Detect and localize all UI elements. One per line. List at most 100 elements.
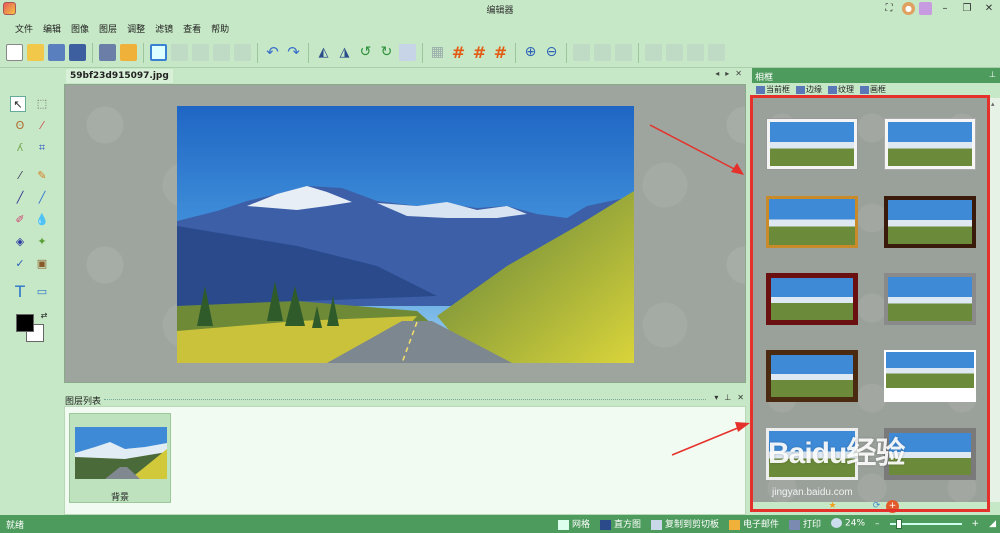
- lasso-icon[interactable]: ʘ: [12, 118, 28, 134]
- zoom-slider-handle[interactable]: [895, 518, 902, 529]
- menu-layer[interactable]: 图层: [94, 22, 122, 35]
- refresh-icon[interactable]: ⟳: [870, 500, 883, 513]
- flip-vertical-icon[interactable]: ◮: [336, 44, 353, 61]
- tab-prev-icon[interactable]: ◂: [715, 69, 719, 78]
- mountain-road-photo[interactable]: [177, 106, 634, 363]
- frame-tab-edge[interactable]: 边缘: [796, 84, 822, 98]
- align-top-icon[interactable]: [645, 44, 662, 61]
- frame-tab-texture[interactable]: 纹理: [828, 84, 854, 98]
- frame-style-fold[interactable]: [884, 118, 976, 170]
- menu-edit[interactable]: 编辑: [38, 22, 66, 35]
- hash-icon[interactable]: #: [450, 44, 467, 61]
- tab-close-icon[interactable]: ✕: [735, 69, 742, 78]
- grid-toggle[interactable]: 网格: [557, 517, 590, 530]
- frame-style-walnut[interactable]: [766, 350, 858, 402]
- paste-icon[interactable]: [213, 44, 230, 61]
- close-button[interactable]: ✕: [980, 1, 998, 16]
- cut-icon[interactable]: [171, 44, 188, 61]
- add-frame-icon[interactable]: +: [886, 500, 899, 513]
- text-mask-icon[interactable]: ▣: [34, 256, 50, 272]
- fit-icon[interactable]: [594, 44, 611, 61]
- rotate-right-icon[interactable]: ↻: [378, 44, 395, 61]
- frame-tab-picture[interactable]: 画框: [860, 84, 886, 98]
- maximize-button[interactable]: ❐: [958, 1, 976, 16]
- text-tool-icon[interactable]: T: [12, 284, 28, 300]
- actual-size-icon[interactable]: [615, 44, 632, 61]
- fullscreen-icon[interactable]: ⛶: [880, 1, 898, 16]
- canvas-area[interactable]: [64, 84, 746, 383]
- color-replace-icon[interactable]: ✦: [34, 234, 50, 250]
- frame-style-book[interactable]: [766, 118, 858, 170]
- zoom-out-button[interactable]: –: [875, 519, 880, 529]
- panel-close-icon[interactable]: ✕: [737, 393, 744, 402]
- frame-style-dark-wood[interactable]: [884, 196, 976, 248]
- distribute-icon[interactable]: [708, 44, 725, 61]
- user-icon[interactable]: ●: [902, 2, 915, 15]
- menu-image[interactable]: 图像: [66, 22, 94, 35]
- eraser-icon[interactable]: ✐: [12, 212, 28, 228]
- new-icon[interactable]: [6, 44, 23, 61]
- frame-icon[interactable]: [150, 44, 167, 61]
- zoom-readout[interactable]: 24%: [831, 518, 865, 529]
- scroll-up-icon[interactable]: ▴: [991, 100, 995, 108]
- frame-scrollbar[interactable]: ▴: [988, 98, 1000, 502]
- eyedropper-icon[interactable]: ⁄: [12, 168, 28, 184]
- resize-grip[interactable]: ◢: [989, 519, 996, 529]
- slice-grid-icon[interactable]: #: [492, 44, 509, 61]
- pointer-tool-icon[interactable]: ↖: [10, 96, 26, 112]
- flip-horizontal-icon[interactable]: ◭: [315, 44, 332, 61]
- pencil-icon[interactable]: ✎: [34, 168, 50, 184]
- redo-icon[interactable]: ↷: [285, 44, 302, 61]
- panel-menu-icon[interactable]: ▾: [714, 393, 718, 402]
- zoom-in-button[interactable]: +: [972, 519, 980, 529]
- layer-item[interactable]: 背景: [69, 413, 171, 503]
- menu-view[interactable]: 查看: [178, 22, 206, 35]
- menu-adjust[interactable]: 调整: [122, 22, 150, 35]
- frame-style-stone[interactable]: [884, 273, 976, 325]
- copy-clipboard-button[interactable]: 复制到剪切板: [650, 517, 719, 530]
- zoom-slider[interactable]: [889, 518, 962, 529]
- crop-grid-icon[interactable]: #: [471, 44, 488, 61]
- email-button[interactable]: 电子邮件: [728, 517, 779, 530]
- open-icon[interactable]: [27, 44, 44, 61]
- minimize-button[interactable]: –: [936, 1, 954, 16]
- zoom-in-icon[interactable]: ⊕: [522, 44, 539, 61]
- frame-style-gold[interactable]: [766, 196, 858, 248]
- clear-icon[interactable]: [234, 44, 251, 61]
- align-middle-icon[interactable]: [666, 44, 683, 61]
- frame-style-white[interactable]: [884, 350, 976, 402]
- panel-pin-icon[interactable]: ⊥: [989, 70, 996, 79]
- select-arrow-icon[interactable]: [573, 44, 590, 61]
- favorite-icon[interactable]: ★: [826, 500, 839, 513]
- clone-icon[interactable]: ✓: [12, 256, 28, 272]
- histogram-toggle[interactable]: 直方图: [599, 517, 641, 530]
- save-as-icon[interactable]: [69, 44, 86, 61]
- skin-icon[interactable]: [919, 2, 932, 15]
- blur-icon[interactable]: 💧: [34, 212, 50, 228]
- save-icon[interactable]: [48, 44, 65, 61]
- document-tab[interactable]: 59bf23d915097.jpg: [66, 69, 173, 83]
- align-bottom-icon[interactable]: [687, 44, 704, 61]
- shape-tool-icon[interactable]: ▭: [34, 284, 50, 300]
- menu-filter[interactable]: 滤镜: [150, 22, 178, 35]
- menu-help[interactable]: 帮助: [206, 22, 234, 35]
- zoom-out-icon[interactable]: ⊖: [543, 44, 560, 61]
- rect-select-icon[interactable]: ⬚: [34, 96, 50, 112]
- menu-file[interactable]: 文件: [10, 22, 38, 35]
- magic-wand-icon[interactable]: ⁄: [34, 118, 50, 134]
- panel-pin-icon[interactable]: ⊥: [724, 393, 731, 402]
- panel-grip[interactable]: [104, 399, 706, 401]
- polygon-lasso-icon[interactable]: ʎ: [12, 140, 28, 156]
- email-icon[interactable]: [120, 44, 137, 61]
- frame-style-red-wood[interactable]: [766, 273, 858, 325]
- swap-colors-icon[interactable]: ⇄: [36, 308, 52, 324]
- crop-icon[interactable]: ⌗: [34, 140, 50, 156]
- tab-next-icon[interactable]: ▸: [725, 69, 729, 78]
- brush-icon[interactable]: ╱: [34, 190, 50, 206]
- print-icon[interactable]: [99, 44, 116, 61]
- grid-icon[interactable]: ▦: [429, 44, 446, 61]
- frame-tab-current[interactable]: 当前框: [756, 84, 790, 98]
- rotate-left-icon[interactable]: ↺: [357, 44, 374, 61]
- resize-icon[interactable]: [399, 44, 416, 61]
- print-button[interactable]: 打印: [789, 517, 821, 530]
